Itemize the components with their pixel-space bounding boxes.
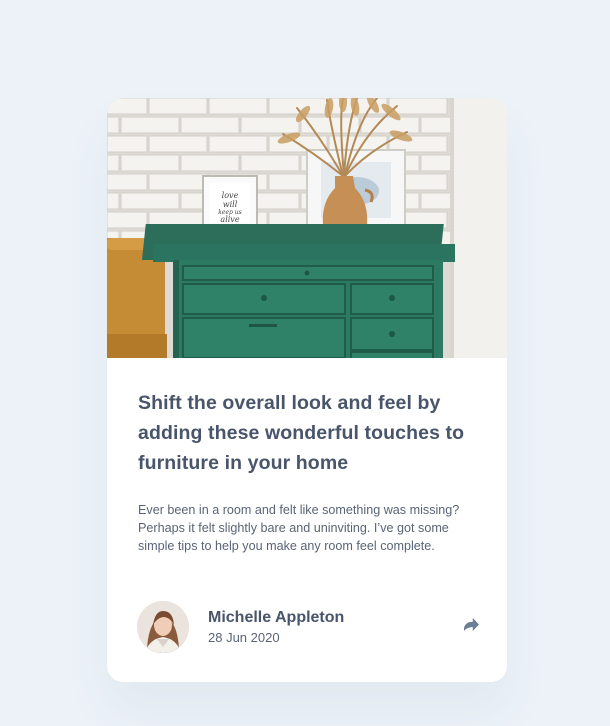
svg-text:will: will (223, 200, 238, 209)
article-excerpt: Ever been in a room and felt like someth… (138, 503, 460, 553)
share-icon (463, 618, 479, 636)
article-content: Shift the overall look and feel by addin… (138, 388, 478, 555)
author-row: Michelle Appleton 28 Jun 2020 (137, 601, 482, 653)
avatar (137, 601, 189, 653)
svg-text:love: love (222, 191, 239, 200)
svg-text:alive: alive (220, 215, 239, 224)
share-button[interactable] (455, 611, 487, 643)
hero-image: love will keep us alive (107, 98, 507, 358)
article-title[interactable]: Shift the overall look and feel by addin… (138, 388, 478, 478)
article-card: love will keep us alive Shift the overal… (107, 98, 507, 682)
post-date: 28 Jun 2020 (208, 630, 280, 645)
author-name: Michelle Appleton (208, 609, 345, 626)
